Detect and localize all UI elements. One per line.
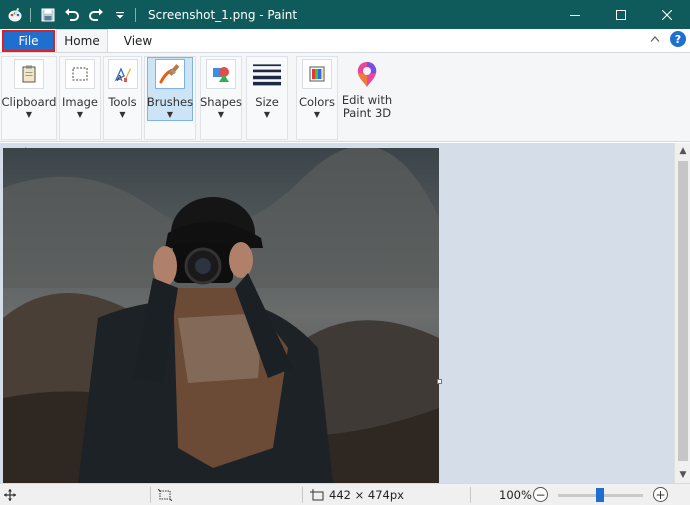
clipboard-button[interactable]: Clipboard ▼ [1, 59, 57, 119]
edit-with-paint3d-label: Edit with Paint 3D [341, 93, 393, 120]
canvas-image[interactable] [3, 148, 439, 483]
canvas-resize-handle-right[interactable] [437, 379, 442, 384]
customize-quick-access-icon[interactable] [109, 4, 131, 26]
save-icon[interactable] [37, 4, 59, 26]
tools-icon: A [107, 59, 138, 89]
paint3d-icon [352, 59, 382, 89]
cursor-position-icon [4, 489, 16, 501]
tab-file[interactable]: File [2, 30, 55, 52]
brushes-button[interactable]: Brushes ▼ [147, 59, 193, 119]
minimize-icon [570, 14, 580, 16]
close-icon [662, 9, 672, 20]
image-dimensions: 442 × 474px [329, 488, 404, 502]
brush-icon [155, 59, 185, 89]
scroll-down-icon[interactable]: ▼ [675, 467, 690, 483]
size-icon [252, 59, 282, 89]
tab-home[interactable]: Home [56, 29, 108, 52]
size-button[interactable]: Size ▼ [247, 59, 287, 119]
scroll-thumb[interactable] [678, 161, 688, 461]
chevron-down-icon: ▼ [166, 110, 174, 119]
brushes-label: Brushes [146, 95, 194, 109]
image-button[interactable]: Image ▼ [60, 59, 100, 119]
zoom-slider-thumb[interactable] [596, 488, 604, 502]
chevron-down-icon: ▼ [313, 110, 321, 119]
tab-view[interactable]: View [112, 29, 164, 52]
status-separator [302, 487, 303, 503]
colors-button[interactable]: Colors ▼ [297, 59, 337, 119]
collapse-ribbon-icon[interactable] [650, 35, 660, 43]
shapes-icon [206, 59, 236, 89]
image-size-icon [310, 489, 324, 501]
image-label: Image [61, 95, 99, 109]
status-separator [150, 487, 151, 503]
chevron-down-icon: ▼ [25, 110, 33, 119]
clipboard-icon [14, 59, 44, 89]
status-bar: 442 × 474px 100% − + [0, 483, 690, 505]
chevron-down-icon: ▼ [263, 110, 271, 119]
chevron-down-icon: ▼ [76, 110, 84, 119]
redo-icon[interactable] [85, 4, 107, 26]
clipboard-label: Clipboard [1, 95, 57, 109]
chevron-down-icon: ▼ [217, 110, 225, 119]
colors-label: Colors [298, 95, 336, 109]
vertical-scrollbar[interactable]: ▲ ▼ [674, 143, 690, 483]
svg-text:A: A [117, 74, 123, 83]
shapes-label: Shapes [200, 95, 243, 109]
help-icon[interactable]: ? [670, 31, 686, 47]
maximize-button[interactable] [598, 0, 644, 29]
tools-label: Tools [108, 95, 137, 109]
status-separator [470, 487, 471, 503]
close-button[interactable] [644, 0, 690, 29]
minimize-button[interactable] [552, 0, 598, 29]
colors-icon [302, 59, 332, 89]
selection-size-icon [158, 489, 172, 501]
maximize-icon [616, 9, 626, 20]
chevron-down-icon: ▼ [119, 110, 126, 119]
title-separator [135, 7, 136, 22]
edit-with-paint3d-button[interactable]: Edit with Paint 3D [340, 59, 394, 120]
canvas-workspace [0, 143, 674, 483]
zoom-in-button[interactable]: + [653, 487, 668, 502]
photographer-photo [3, 148, 439, 483]
window-controls [552, 0, 690, 29]
window-title: Screenshot_1.png - Paint [148, 7, 298, 22]
paint-app-icon[interactable] [4, 4, 26, 26]
ribbon-tab-row: File Home View ? [0, 29, 690, 52]
shapes-button[interactable]: Shapes ▼ [200, 59, 243, 119]
select-icon [65, 59, 95, 89]
title-bar: Screenshot_1.png - Paint [0, 0, 690, 29]
scroll-up-icon[interactable]: ▲ [675, 143, 690, 159]
size-label: Size [255, 95, 279, 109]
ribbon: Clipboard ▼ Image ▼ A Tools ▼ Brushes ▼ … [0, 52, 690, 142]
tab-row-controls: ? [650, 31, 686, 47]
tools-button[interactable]: A Tools ▼ [104, 59, 141, 119]
zoom-level: 100% [499, 488, 532, 502]
zoom-out-button[interactable]: − [533, 487, 548, 502]
quick-access-separator [30, 7, 31, 22]
undo-icon[interactable] [61, 4, 83, 26]
